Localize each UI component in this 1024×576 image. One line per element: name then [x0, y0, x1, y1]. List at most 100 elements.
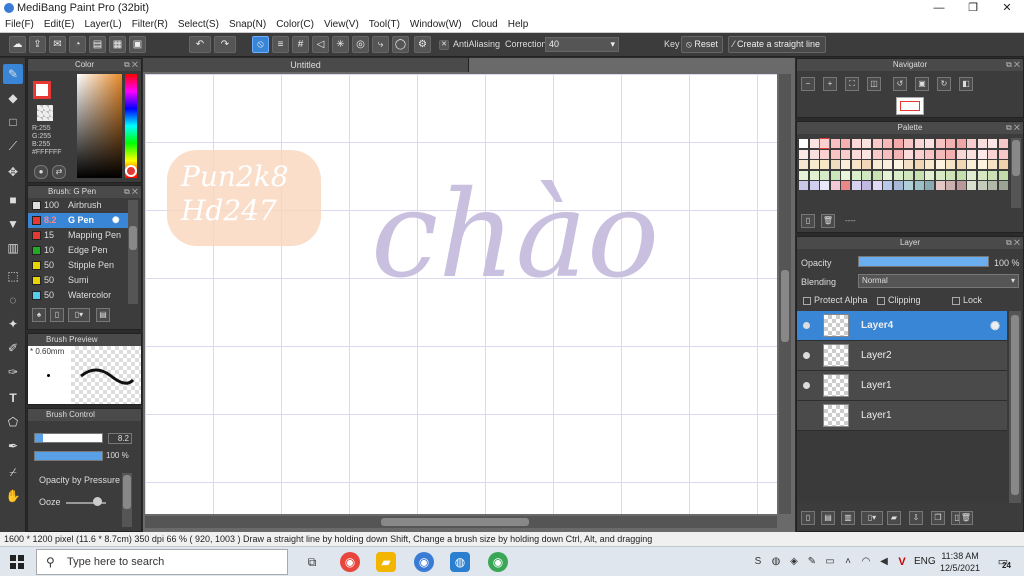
menu-snap[interactable]: Snap(N): [224, 17, 271, 33]
rotate-right-icon[interactable]: ↻: [937, 77, 951, 91]
new-layer-icon[interactable]: ▯: [801, 511, 815, 525]
palette-swatch[interactable]: [956, 170, 966, 180]
scrollbar-thumb[interactable]: [129, 226, 137, 250]
palette-swatch[interactable]: [820, 149, 829, 159]
palette-swatch[interactable]: [809, 160, 819, 169]
grid-file-icon[interactable]: ▦: [109, 36, 126, 53]
palette-swatch[interactable]: [977, 139, 987, 148]
palette-swatch[interactable]: [809, 181, 819, 190]
redo-icon[interactable]: ↷: [214, 36, 236, 53]
palette-swatch[interactable]: [862, 170, 871, 180]
notification-center[interactable]: ▭ 24: [992, 553, 1014, 571]
palette-swatch[interactable]: [830, 139, 840, 148]
panel-menu-icon[interactable]: ⧉ ✕: [124, 186, 138, 198]
palette-swatch[interactable]: [946, 170, 955, 180]
palette-swatch[interactable]: [946, 160, 955, 169]
lasso-tool-icon[interactable]: ◌: [3, 290, 23, 310]
palette-swatch[interactable]: [851, 149, 861, 159]
palette-swatch[interactable]: [851, 160, 861, 169]
palette-swatch[interactable]: [851, 181, 861, 190]
select-pen-tool-icon[interactable]: ✐: [3, 338, 23, 358]
palette-swatch[interactable]: [883, 181, 892, 190]
menu-help[interactable]: Help: [503, 17, 534, 33]
palette-swatch[interactable]: [904, 139, 913, 148]
layer-scrollbar[interactable]: [1009, 311, 1021, 503]
palette-swatch[interactable]: [830, 181, 840, 190]
cloud-icon[interactable]: ☁: [9, 36, 26, 53]
palette-swatch[interactable]: [841, 149, 850, 159]
palette-swatch[interactable]: [977, 149, 987, 159]
antialias-checkbox[interactable]: ✕: [439, 40, 449, 50]
palette-swatch[interactable]: [935, 181, 945, 190]
undo-icon[interactable]: ↶: [189, 36, 211, 53]
protect-alpha-checkbox[interactable]: Protect Alpha: [803, 295, 868, 305]
panel-menu-icon[interactable]: ⧉ ✕: [124, 59, 138, 71]
palette-swatch[interactable]: [956, 160, 966, 169]
palette-swatch[interactable]: [841, 139, 850, 148]
palette-swatch[interactable]: [988, 160, 997, 169]
line-tool-icon[interactable]: ⟋: [3, 136, 23, 156]
correction-select[interactable]: 40 ▾: [545, 37, 619, 52]
language-indicator[interactable]: ENG: [914, 556, 936, 567]
palette-swatch[interactable]: [872, 170, 882, 180]
brush-list-scrollbar[interactable]: [128, 200, 138, 304]
menu-color[interactable]: Color(C): [271, 17, 319, 33]
palette-swatch[interactable]: [862, 139, 871, 148]
palette-swatch[interactable]: [809, 170, 819, 180]
palette-swatch[interactable]: [830, 160, 840, 169]
new-halftone-layer-icon[interactable]: ▤: [821, 511, 835, 525]
palette-swatch[interactable]: [935, 139, 945, 148]
palette-swatch[interactable]: [925, 181, 934, 190]
hand-tool-icon[interactable]: ✋: [3, 486, 23, 506]
discord-tray-icon[interactable]: ◍: [766, 552, 786, 572]
eye-icon[interactable]: [803, 352, 810, 359]
palette-swatch[interactable]: [862, 160, 871, 169]
palette-swatch[interactable]: [925, 160, 934, 169]
color-sv-picker[interactable]: [77, 74, 122, 178]
palette-swatch[interactable]: [914, 139, 924, 148]
menu-select[interactable]: Select(S): [173, 17, 224, 33]
wifi-icon[interactable]: ◠: [856, 552, 876, 572]
gear-icon[interactable]: ✺: [112, 213, 120, 228]
eyedropper-tool-icon[interactable]: ✒: [3, 436, 23, 456]
curve-snap-icon[interactable]: ⤷: [372, 36, 389, 53]
select-tool-icon[interactable]: ⬚: [3, 266, 23, 286]
share-icon[interactable]: ◔: [69, 36, 86, 53]
palette-swatch[interactable]: [988, 181, 997, 190]
speaker-icon[interactable]: ◀: [874, 552, 894, 572]
select-eraser-tool-icon[interactable]: ✑: [3, 362, 23, 382]
taskbar-search-box[interactable]: ⚲ Type here to search: [36, 549, 288, 575]
brush-item-airbrush[interactable]: 100 Airbrush: [28, 198, 128, 213]
palette-swatch[interactable]: [967, 149, 976, 159]
palette-swatch[interactable]: [925, 139, 934, 148]
background-color-swatch[interactable]: [37, 105, 53, 121]
menu-view[interactable]: View(V): [319, 17, 364, 33]
zoom-in-icon[interactable]: +: [823, 77, 837, 91]
comment-icon[interactable]: ✉: [49, 36, 66, 53]
palette-swatch[interactable]: [904, 160, 913, 169]
eraser-tool-icon[interactable]: ◆: [3, 88, 23, 108]
canvas-horizontal-scrollbar[interactable]: [145, 516, 777, 528]
palette-swatch[interactable]: [935, 170, 945, 180]
scrollbar-thumb[interactable]: [123, 475, 131, 509]
color-swap-icon[interactable]: ⇄: [52, 165, 66, 179]
brush-menu-icon[interactable]: ▯▾: [68, 308, 90, 322]
palette-swatch[interactable]: [819, 138, 830, 149]
palette-swatch[interactable]: [841, 181, 850, 190]
brush-item-stipple-pen[interactable]: 50 Stipple Pen: [28, 258, 128, 273]
palette-swatch[interactable]: [914, 149, 924, 159]
layer-menu-icon[interactable]: ▯▾: [861, 511, 883, 525]
palette-swatch[interactable]: [988, 149, 997, 159]
display-tray-icon[interactable]: ▭: [820, 552, 840, 572]
palette-swatch[interactable]: [914, 160, 924, 169]
palette-swatch[interactable]: [935, 160, 945, 169]
new-8bit-layer-icon[interactable]: ▥: [841, 511, 855, 525]
panel-menu-icon[interactable]: ⧉ ✕: [1006, 237, 1020, 249]
perspective-snap-icon[interactable]: ◁: [312, 36, 329, 53]
palette-swatch[interactable]: [967, 170, 976, 180]
radial-snap-icon[interactable]: ✳: [332, 36, 349, 53]
palette-swatch[interactable]: [967, 160, 976, 169]
delete-layer-icon[interactable]: 🗑: [959, 511, 973, 525]
palette-swatch[interactable]: [883, 149, 892, 159]
palette-swatch[interactable]: [956, 139, 966, 148]
